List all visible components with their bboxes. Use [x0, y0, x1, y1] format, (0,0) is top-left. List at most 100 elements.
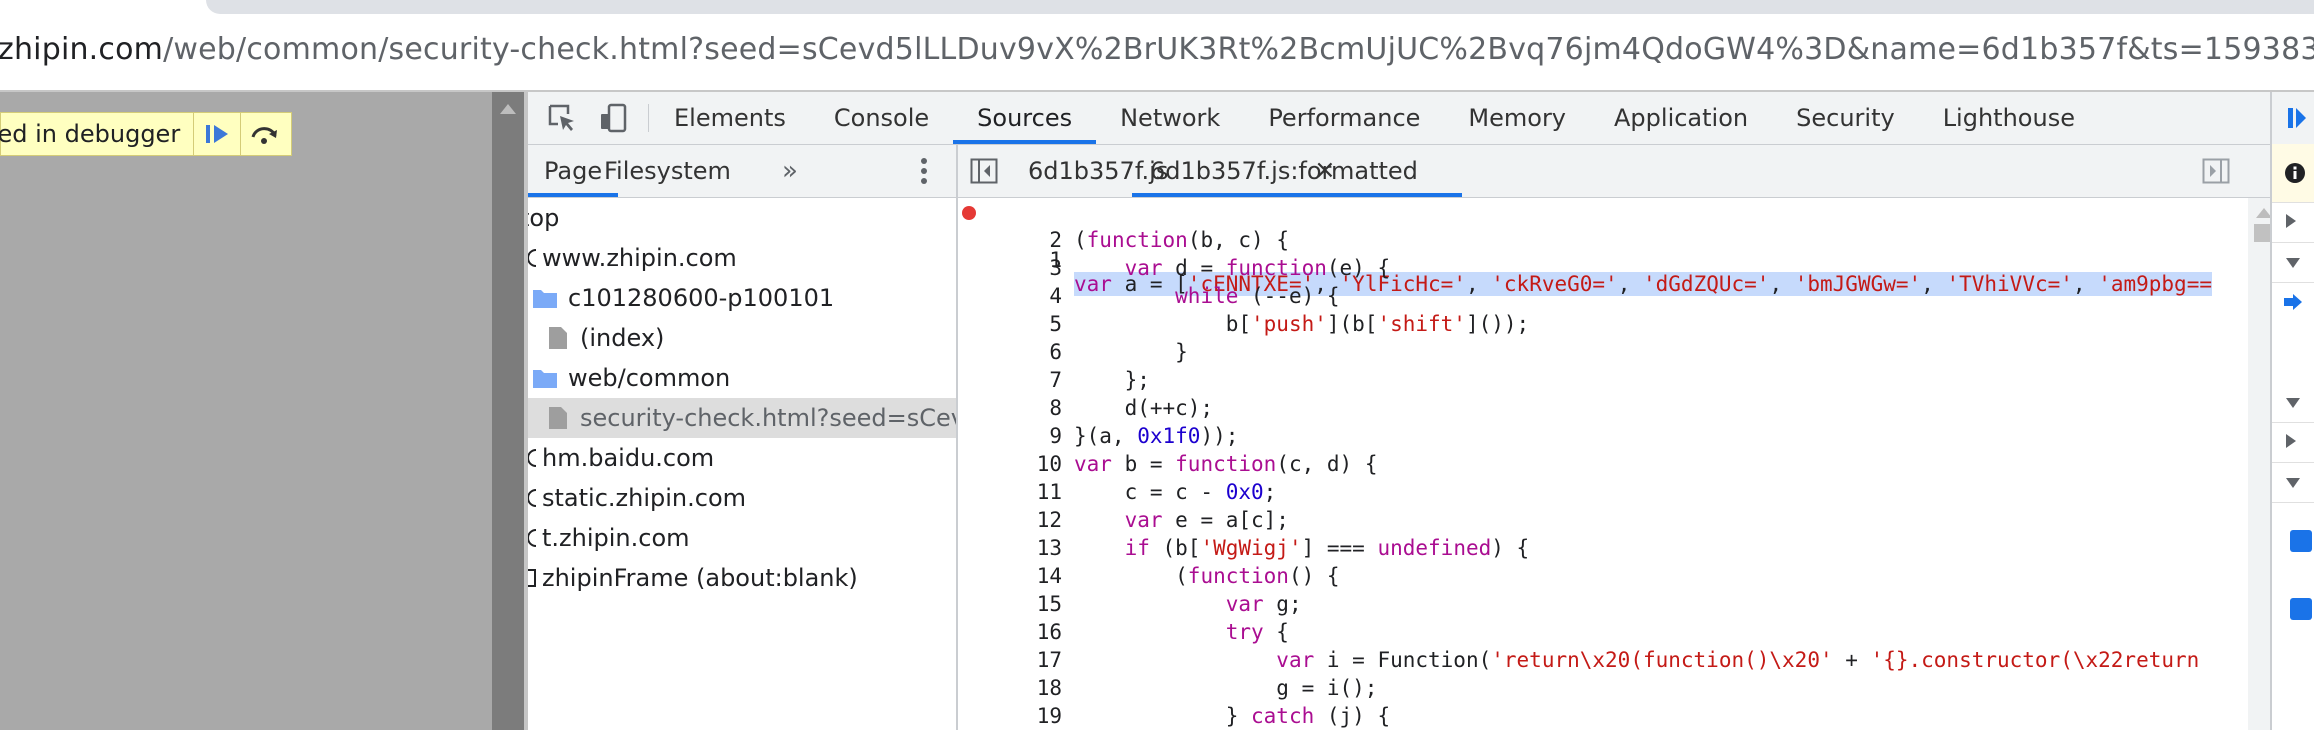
tree-item-static-zhipin[interactable]: static.zhipin.com [528, 478, 956, 518]
code-line[interactable]: 2 (function(b, c) { [958, 226, 2248, 254]
line-number[interactable]: 11 [996, 478, 1062, 506]
line-number[interactable]: 2 [996, 226, 1062, 254]
code-line[interactable]: 18 g = i(); [958, 674, 2248, 702]
section-expanded[interactable] [2272, 382, 2314, 423]
line-number[interactable]: 5 [996, 310, 1062, 338]
line-number[interactable]: 7 [996, 366, 1062, 394]
scroll-up-icon[interactable] [500, 104, 516, 114]
line-number[interactable]: 9 [996, 422, 1062, 450]
code-line[interactable]: 7 }; [958, 366, 2248, 394]
line-number[interactable]: 17 [996, 646, 1062, 674]
debugger-sidebar [2270, 92, 2314, 730]
line-number[interactable]: 4 [996, 282, 1062, 310]
tab-performance[interactable]: Performance [1244, 92, 1444, 144]
more-tabs-icon[interactable]: » [782, 145, 798, 197]
tab-lighthouse[interactable]: Lighthouse [1919, 92, 2099, 144]
code-line[interactable]: 16 try { [958, 618, 2248, 646]
domain-icon [528, 249, 537, 267]
domain-icon [528, 449, 537, 467]
tree-item-security-check[interactable]: security-check.html?seed=sCevd5l [528, 398, 956, 438]
line-number[interactable]: 13 [996, 534, 1062, 562]
code-line[interactable]: 10 var b = function(c, d) { [958, 450, 2248, 478]
code-line[interactable]: 5 b['push'](b['shift']()); [958, 310, 2248, 338]
line-number[interactable]: 8 [996, 394, 1062, 422]
checkbox[interactable] [2290, 598, 2312, 620]
tab-console[interactable]: Console [810, 92, 953, 144]
line-number[interactable]: 10 [996, 450, 1062, 478]
code-line[interactable]: 4 while (--e) { [958, 282, 2248, 310]
code-line[interactable]: 12 var e = a[c]; [958, 506, 2248, 534]
code-line[interactable]: 6 } [958, 338, 2248, 366]
line-source: var b = function(c, d) { [1074, 452, 1378, 476]
code-view[interactable]: 1 var a = ['cENNTXE=', 'YlFicHc=', 'ckRv… [958, 198, 2248, 730]
step-over-button[interactable] [240, 113, 287, 155]
devtools-toolbar: Elements Console Sources Network Perform… [528, 92, 2314, 145]
tree-item-label: zhipinFrame (about:blank) [542, 564, 858, 592]
address-url[interactable]: zhipin.com/web/common/security-check.htm… [0, 32, 2314, 67]
code-line[interactable]: 11 c = c - 0x0; [958, 478, 2248, 506]
tree-item-label: static.zhipin.com [542, 484, 746, 512]
tree-item-www-zhipin[interactable]: www.zhipin.com [528, 238, 956, 278]
tab-page[interactable]: Page [528, 145, 619, 197]
inspect-element-button[interactable] [546, 102, 578, 134]
tab-network[interactable]: Network [1096, 92, 1244, 144]
section-collapsed[interactable] [2272, 422, 2314, 463]
code-line[interactable]: 14 (function() { [958, 562, 2248, 590]
editor-tab-6d1b357f[interactable]: 6d1b357f.js [1028, 145, 1168, 197]
code-line[interactable]: 8 d(++c); [958, 394, 2248, 422]
tree-item-top[interactable]: top [528, 198, 956, 238]
tree-item-folder-c101280600[interactable]: c101280600-p100101 [528, 278, 956, 318]
paused-text: sed in debugger [0, 120, 181, 148]
section-expanded[interactable] [2272, 242, 2314, 283]
tab-memory[interactable]: Memory [1444, 92, 1590, 144]
code-line[interactable]: 9}(a, 0x1f0)); [958, 422, 2248, 450]
tree-item-label: web/common [568, 364, 731, 392]
checkbox[interactable] [2290, 530, 2312, 552]
device-toolbar-button[interactable] [598, 102, 630, 134]
line-number[interactable]: 16 [996, 618, 1062, 646]
tree-item-index[interactable]: (index) [528, 318, 956, 358]
code-line[interactable]: 19 } catch (j) { [958, 702, 2248, 730]
tree-item-t-zhipin[interactable]: t.zhipin.com [528, 518, 956, 558]
current-frame-arrow-icon [2284, 294, 2302, 310]
tab-sources[interactable]: Sources [953, 92, 1097, 144]
line-number[interactable]: 3 [996, 254, 1062, 282]
address-bar[interactable]: zhipin.com/web/common/security-check.htm… [0, 20, 2314, 90]
tab-application[interactable]: Application [1590, 92, 1772, 144]
section-expanded[interactable] [2272, 462, 2314, 503]
tab-security[interactable]: Security [1772, 92, 1919, 144]
tree-item-folder-web-common[interactable]: web/common [528, 358, 956, 398]
line-number[interactable]: 19 [996, 702, 1062, 730]
page-scrollbar[interactable] [492, 92, 524, 730]
code-line[interactable]: 13 if (b['WgWigj'] === undefined) { [958, 534, 2248, 562]
tab-filesystem[interactable]: Filesystem [604, 145, 731, 197]
more-options-icon[interactable] [920, 157, 928, 185]
breakpoint-marker[interactable] [962, 206, 976, 220]
call-frame-row[interactable] [2272, 282, 2314, 322]
close-tab-icon[interactable]: × [1314, 145, 1336, 197]
pause-resume-icon[interactable] [2286, 106, 2306, 130]
toggle-debugger-icon[interactable] [2202, 158, 2230, 184]
code-line[interactable]: 17 var i = Function('return\x20(function… [958, 646, 2248, 674]
tree-item-label: c101280600-p100101 [568, 284, 835, 312]
code-editor: 6d1b357f.js 6d1b357f.js:formatted × 1 va… [958, 145, 2314, 730]
line-source: g = i(); [1074, 676, 1378, 700]
checkbox-row[interactable] [2272, 588, 2314, 628]
checkbox-row[interactable] [2272, 520, 2314, 560]
tree-item-hm-baidu[interactable]: hm.baidu.com [528, 438, 956, 478]
line-number[interactable]: 6 [996, 338, 1062, 366]
editor-tab-6d1b357f-formatted[interactable]: 6d1b357f.js:formatted [1132, 145, 1462, 197]
line-number[interactable]: 12 [996, 506, 1062, 534]
line-source: while (--e) { [1175, 284, 1340, 308]
section-collapsed[interactable] [2272, 202, 2314, 243]
code-line[interactable]: 3 var d = function(e) { [958, 254, 2248, 282]
tab-elements[interactable]: Elements [650, 92, 810, 144]
code-line[interactable]: 15 var g; [958, 590, 2248, 618]
resume-button[interactable] [193, 113, 240, 155]
line-number[interactable]: 15 [996, 590, 1062, 618]
toggle-navigator-icon[interactable] [970, 158, 998, 184]
line-number[interactable]: 14 [996, 562, 1062, 590]
tree-item-zhipin-frame[interactable]: zhipinFrame (about:blank) [528, 558, 956, 598]
line-number[interactable]: 18 [996, 674, 1062, 702]
code-line[interactable]: 1 var a = ['cENNTXE=', 'YlFicHc=', 'ckRv… [958, 198, 2248, 296]
